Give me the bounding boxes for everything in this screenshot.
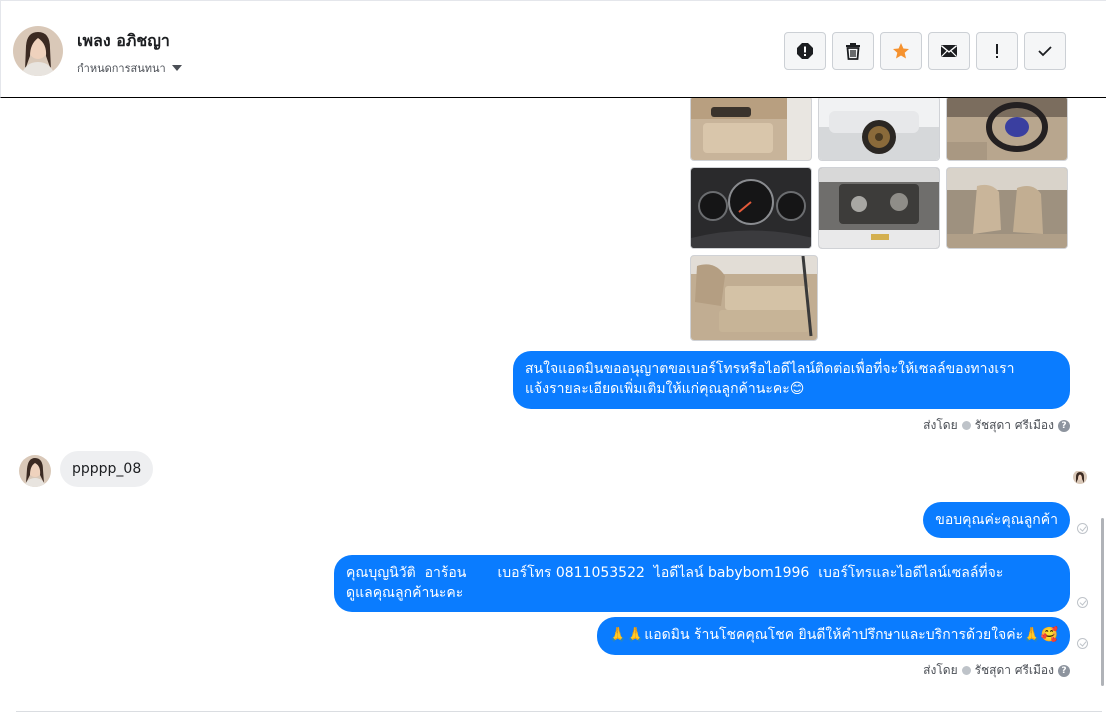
- agent-name[interactable]: รัชสุดา ศรีเมือง: [975, 661, 1054, 680]
- agent-status-icon: [961, 666, 971, 675]
- photo-attachment[interactable]: [690, 167, 812, 249]
- exclamation-icon: [996, 44, 998, 58]
- photo-attachment[interactable]: [690, 98, 812, 161]
- front-seats-photo: [947, 168, 1067, 248]
- help-icon[interactable]: ?: [1058, 664, 1070, 677]
- delivered-check-icon: [1077, 638, 1088, 649]
- conversation-header: เพลง อภิชญา กำหนดการสนทนา: [0, 0, 1106, 98]
- outgoing-message[interactable]: สนใจแอดมินขออนุญาตขอเบอร์โทรหรือไอดีไลน์…: [513, 351, 1070, 409]
- outgoing-message[interactable]: ขอบคุณค่ะคุณลูกค้า: [923, 502, 1070, 538]
- message-thread[interactable]: สนใจแอดมินขออนุญาตขอเบอร์โทรหรือไอดีไลน์…: [0, 98, 1106, 714]
- trash-icon: [846, 43, 860, 60]
- assign-conversation-label: กำหนดการสนทนา: [77, 62, 166, 75]
- thread-scrollbar[interactable]: [1101, 518, 1104, 686]
- agent-status-icon: [961, 421, 971, 430]
- sent-by-info: ส่งโดย รัชสุดา ศรีเมือง ?: [923, 416, 1070, 435]
- sent-by-info: ส่งโดย รัชสุดา ศรีเมือง ?: [923, 661, 1070, 680]
- message-text-line: ดูแลคุณลูกค้านะคะ: [346, 585, 464, 601]
- caret-down-icon: [171, 65, 182, 71]
- photo-attachment[interactable]: [818, 167, 940, 249]
- inbox-conversation-view: เพลง อภิชญา กำหนดการสนทนา สนใจแอดมินขออน…: [0, 0, 1106, 714]
- outgoing-message[interactable]: 🙏🙏แอดมิน ร้านโชคคุณโชค ยินดีให้คำปรึกษาแ…: [597, 617, 1070, 655]
- star-button[interactable]: [880, 32, 922, 70]
- message-text-line: แจ้งรายละเอียดเพิ่มเติมให้แก่คุณลูกค้านะ…: [525, 381, 805, 397]
- delete-button[interactable]: [832, 32, 874, 70]
- seen-by-avatar: [1073, 470, 1087, 484]
- photo-attachment[interactable]: [690, 255, 818, 341]
- contact-name: เพลง อภิชญา: [77, 31, 170, 50]
- message-text-line: สนใจแอดมินขออนุญาตขอเบอร์โทรหรือไอดีไลน์…: [525, 361, 1015, 377]
- delivered-check-icon: [1077, 597, 1088, 608]
- message-text: ppppp_08: [72, 461, 142, 477]
- spam-alert-icon: [797, 43, 813, 59]
- agent-name[interactable]: รัชสุดา ศรีเมือง: [975, 416, 1054, 435]
- mark-done-button[interactable]: [1024, 32, 1066, 70]
- delivered-check-icon: [1077, 523, 1088, 534]
- message-text: ขอบคุณค่ะคุณลูกค้า: [935, 512, 1058, 528]
- envelope-icon: [941, 45, 957, 57]
- assign-conversation-dropdown[interactable]: กำหนดการสนทนา: [77, 59, 182, 77]
- photo-attachment[interactable]: [946, 167, 1068, 249]
- help-icon[interactable]: ?: [1058, 419, 1070, 432]
- star-icon: [893, 43, 909, 59]
- follow-up-button[interactable]: [976, 32, 1018, 70]
- steering-wheel-photo: [947, 98, 1067, 160]
- car-wheel-photo: [819, 98, 939, 160]
- sent-by-label: ส่งโดย: [923, 663, 958, 677]
- engine-bay-photo: [819, 168, 939, 248]
- message-text: 🙏🙏แอดมิน ร้านโชคคุณโชค ยินดีให้คำปรึกษาแ…: [609, 627, 1058, 643]
- sent-by-label: ส่งโดย: [923, 418, 958, 432]
- car-door-panel-photo: [691, 98, 811, 160]
- contact-avatar[interactable]: [13, 26, 63, 76]
- mark-spam-button[interactable]: [784, 32, 826, 70]
- photo-attachment[interactable]: [946, 98, 1068, 161]
- photo-attachment[interactable]: [818, 98, 940, 161]
- rear-seat-photo: [691, 256, 817, 340]
- conversation-toolbar: [784, 32, 1066, 70]
- dashboard-gauges-photo: [691, 168, 811, 248]
- mark-unread-button[interactable]: [928, 32, 970, 70]
- checkmark-icon: [1038, 46, 1052, 57]
- outgoing-message[interactable]: คุณบุญนิวัติ อาร้อน เบอร์โทร 0811053522 …: [334, 555, 1070, 612]
- incoming-message[interactable]: ppppp_08: [60, 451, 154, 487]
- sender-avatar[interactable]: [19, 455, 51, 487]
- message-text-line: คุณบุญนิวัติ อาร้อน เบอร์โทร 0811053522 …: [346, 565, 1004, 581]
